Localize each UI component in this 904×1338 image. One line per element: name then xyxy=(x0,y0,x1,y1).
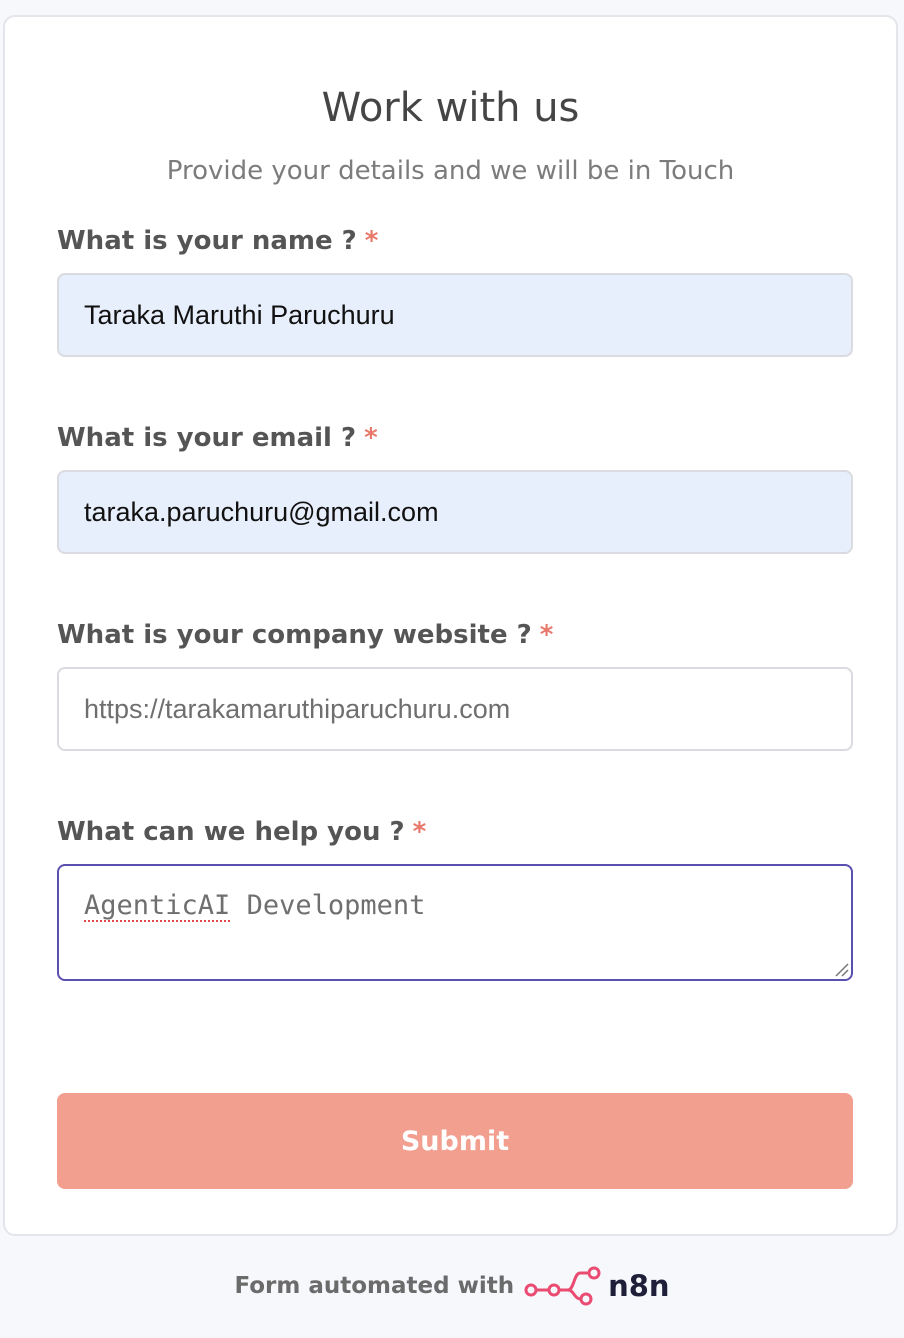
required-mark: * xyxy=(364,423,378,453)
footer-text: Form automated with xyxy=(234,1273,515,1299)
submit-button[interactable]: Submit xyxy=(57,1093,853,1189)
form-title: Work with us xyxy=(321,85,580,131)
name-input-value: Taraka Maruthi Paruchuru xyxy=(84,299,395,330)
name-input[interactable]: Taraka Maruthi Paruchuru xyxy=(57,273,853,357)
email-input-value: taraka.paruchuru@gmail.com xyxy=(84,496,439,527)
n8n-logo-icon xyxy=(524,1266,601,1306)
website-input[interactable]: https://tarakamaruthiparuchuru.com xyxy=(57,667,853,751)
website-label-text: What is your company website ? xyxy=(57,620,532,650)
website-input-placeholder: https://tarakamaruthiparuchuru.com xyxy=(84,693,511,724)
name-label: What is your name ? * xyxy=(57,226,378,256)
n8n-logo-text: n8n xyxy=(608,1269,670,1303)
required-mark: * xyxy=(412,817,427,847)
email-input[interactable]: taraka.paruchuru@gmail.com xyxy=(57,470,853,554)
help-placeholder-word-1: AgenticAI xyxy=(84,890,231,921)
n8n-logo[interactable]: n8n xyxy=(524,1266,670,1306)
website-label: What is your company website ? * xyxy=(57,620,553,650)
form-subtitle: Provide your details and we will be in T… xyxy=(166,156,735,186)
help-label: What can we help you ? * xyxy=(57,817,426,847)
help-textarea[interactable]: AgenticAI Development xyxy=(57,864,853,981)
form-card: Work with us Provide your details and we… xyxy=(3,15,898,1236)
required-mark: * xyxy=(539,620,554,650)
name-label-text: What is your name ? xyxy=(57,226,357,256)
email-label: What is your email ? * xyxy=(57,423,378,453)
footer: Form automated with n8n xyxy=(0,1266,904,1306)
help-placeholder-word-2: Development xyxy=(230,890,426,921)
email-label-text: What is your email ? xyxy=(57,423,357,453)
resize-handle-icon[interactable] xyxy=(833,961,849,977)
required-mark: * xyxy=(364,226,379,256)
help-label-text: What can we help you ? xyxy=(57,817,405,847)
